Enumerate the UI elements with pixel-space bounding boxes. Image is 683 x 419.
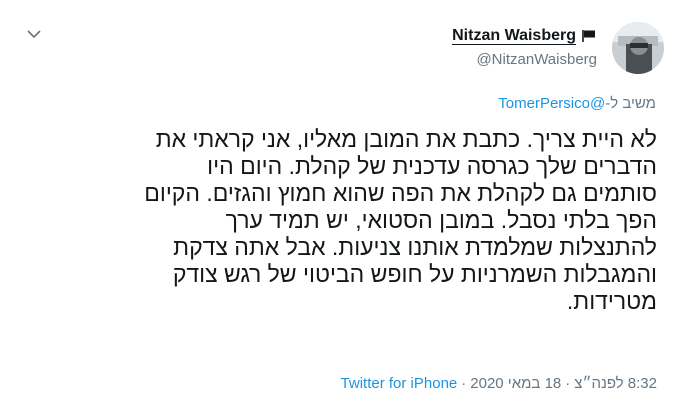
tweet-metadata: 8:32 לפנה״צ·18 במאי 2020·Twitter for iPh… <box>341 375 657 392</box>
author-display-name[interactable]: Nitzan Waisberg <box>452 27 576 45</box>
separator: · <box>565 375 571 392</box>
author-handle[interactable]: @NitzanWaisberg <box>476 51 597 68</box>
tweet-line: לא היית צריך. כתבת את המובן מאליו, אני ק… <box>155 126 657 152</box>
black-flag-icon <box>581 29 597 43</box>
tweet-line: סותמים גם לקהלת את הפה שהוא חמוץ והגזים.… <box>144 180 657 206</box>
replying-to: משיב ל-TomerPersico@ <box>498 95 656 112</box>
tweet-line: והמגבלות השמרניות על חופש הביטוי של רגש … <box>172 261 657 287</box>
tweet-source-link[interactable]: Twitter for iPhone <box>341 375 458 392</box>
replying-to-prefix: משיב ל- <box>605 95 656 112</box>
chevron-down-icon[interactable] <box>26 28 42 40</box>
avatar[interactable] <box>612 22 664 74</box>
author-name-row[interactable]: Nitzan Waisberg <box>452 27 597 45</box>
reply-to-user-link[interactable]: TomerPersico@ <box>498 95 605 112</box>
tweet-text: לא היית צריך. כתבת את המובן מאליו, אני ק… <box>27 126 657 315</box>
tweet-line: מטרידות. <box>566 288 657 314</box>
separator: · <box>461 375 467 392</box>
tweet-date[interactable]: 18 במאי 2020 <box>470 375 561 392</box>
tweet-time[interactable]: 8:32 לפנה״צ <box>574 375 657 392</box>
tweet-line: הדברים שלך כגרסה עדכנית של קהלת. היום הי… <box>207 153 657 179</box>
tweet-line: להתנצלות שמלמדת אותנו צניעות. אבל אתה צד… <box>173 234 657 260</box>
tweet-card: Nitzan Waisberg @NitzanWaisberg משיב ל-T… <box>0 0 683 419</box>
tweet-line: הפך בלתי נסבל. במובן הסטואי, יש תמיד ערך <box>225 207 657 233</box>
